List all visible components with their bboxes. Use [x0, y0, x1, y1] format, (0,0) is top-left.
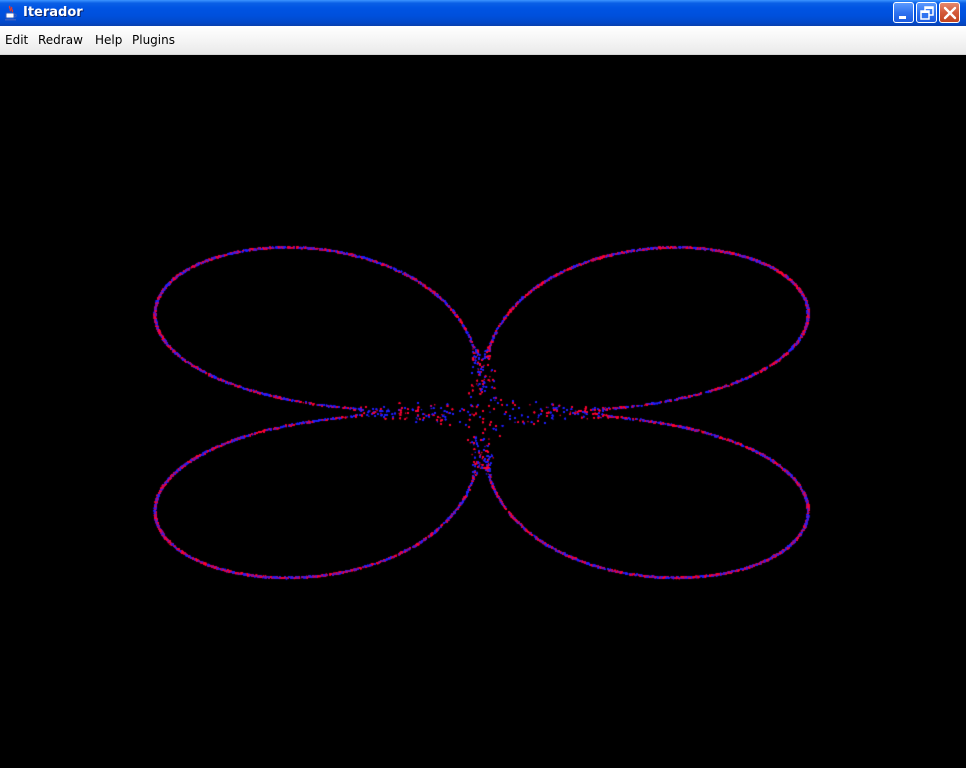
window-title: Iterador — [23, 5, 83, 20]
minimize-icon — [899, 16, 906, 19]
java-cup-icon — [5, 5, 17, 21]
minimize-button[interactable] — [893, 2, 914, 23]
application-window: Iterador Edit Redraw Help Plugins — [0, 0, 966, 768]
menu-redraw[interactable]: Redraw — [38, 32, 83, 48]
menu-edit[interactable]: Edit — [5, 32, 28, 48]
menu-bar: Edit Redraw Help Plugins — [0, 26, 966, 55]
restore-button[interactable] — [916, 2, 937, 23]
menu-help[interactable]: Help — [95, 32, 122, 48]
restore-icon — [920, 6, 934, 20]
close-button[interactable] — [939, 2, 960, 23]
close-icon — [943, 6, 957, 20]
title-bar[interactable]: Iterador — [0, 0, 966, 26]
attractor-plot[interactable] — [0, 55, 966, 768]
plot-canvas-area[interactable] — [0, 55, 966, 768]
menu-plugins[interactable]: Plugins — [132, 32, 175, 48]
